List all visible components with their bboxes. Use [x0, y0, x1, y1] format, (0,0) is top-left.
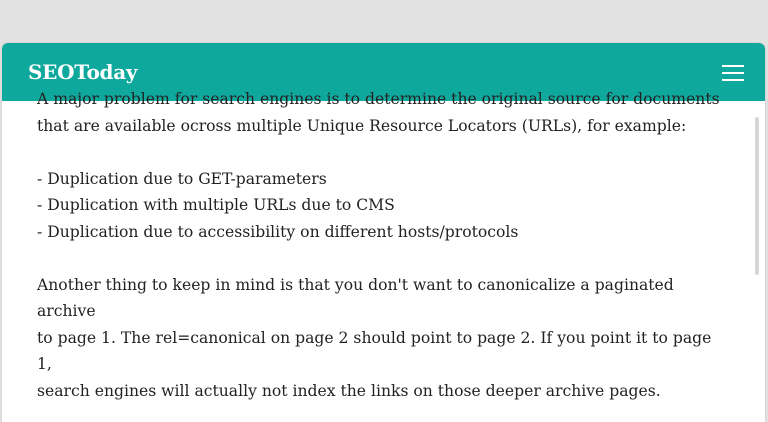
scrollbar[interactable]: [755, 117, 759, 275]
list-item: - Duplication due to GET-parameters: [37, 169, 327, 188]
outro-line: Another thing to keep in mind is that yo…: [37, 275, 674, 321]
hamburger-menu-icon[interactable]: [722, 65, 744, 81]
list-item: - Duplication due to accessibility on di…: [37, 222, 519, 241]
intro-line: A major problem for search engines is to…: [37, 90, 720, 108]
site-logo[interactable]: SEOToday: [28, 60, 138, 84]
menu-line: [722, 79, 744, 81]
list-item: - Duplication with multiple URLs due to …: [37, 196, 395, 214]
outro-line: search engines will actually not index t…: [37, 381, 661, 400]
outro-line: to page 1. The rel=canonical on page 2 s…: [37, 328, 712, 374]
menu-line: [722, 72, 744, 74]
menu-line: [722, 65, 744, 67]
intro-line: that are available ocross multiple Uniqu…: [37, 116, 687, 135]
article-body: A major problem for search engines is to…: [37, 86, 727, 404]
